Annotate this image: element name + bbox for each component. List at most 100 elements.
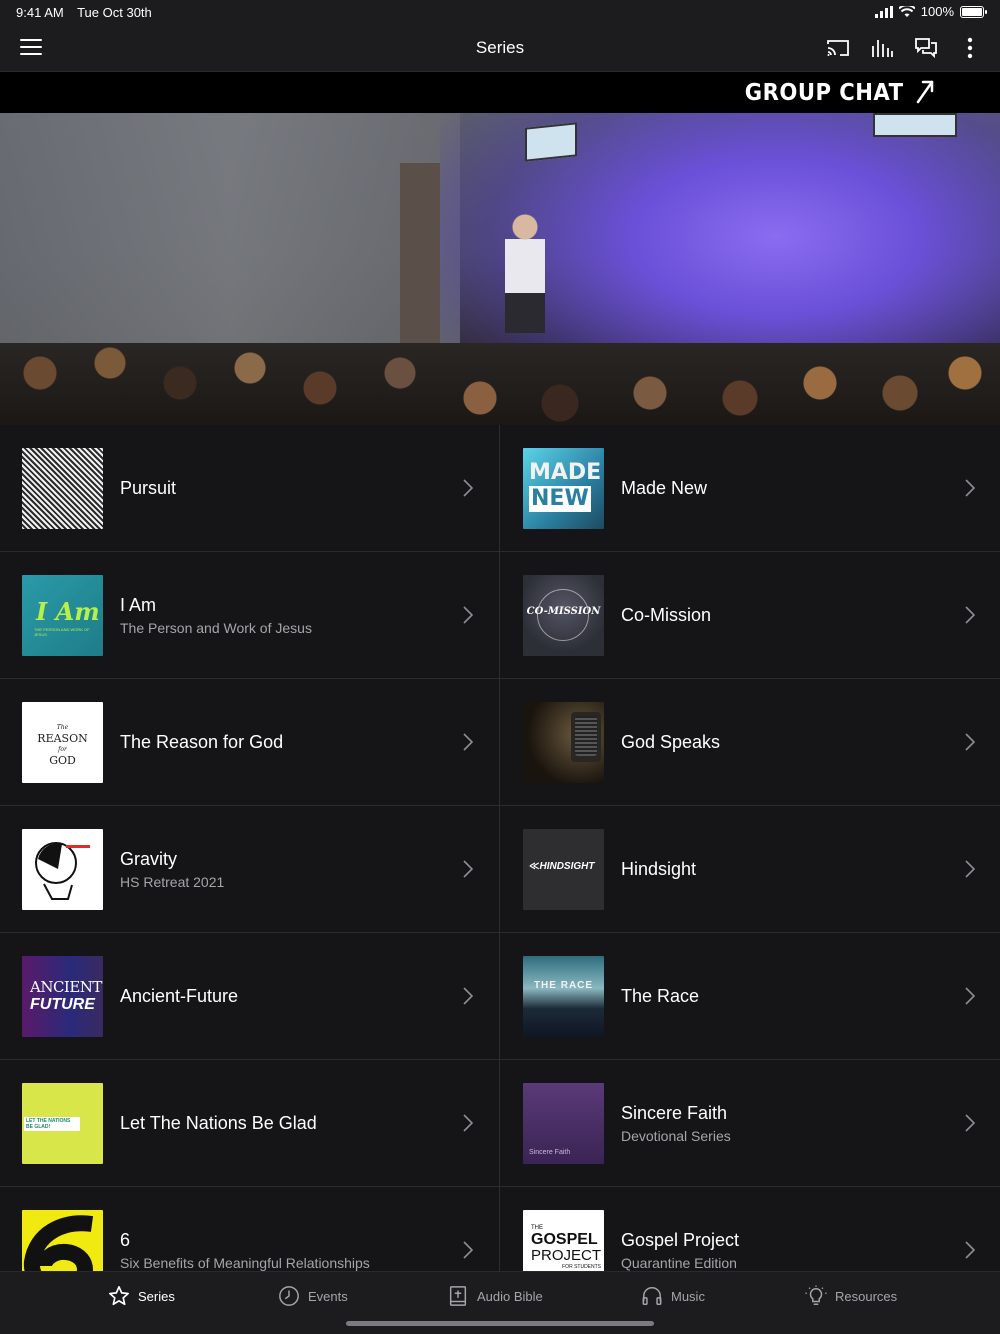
bible-icon: [449, 1286, 467, 1306]
chevron-right-icon: [463, 733, 473, 751]
series-item-six[interactable]: 6 Six Benefits of Meaningful Relationshi…: [0, 1187, 500, 1271]
series-item-gravity[interactable]: Gravity HS Retreat 2021: [0, 806, 500, 933]
series-thumbnail: Sincere Faith: [523, 1083, 604, 1164]
tab-label: Resources: [835, 1288, 898, 1304]
status-bar: 9:41 AM Tue Oct 30th 100%: [0, 0, 1000, 24]
series-item-pursuit[interactable]: Pursuit: [0, 425, 500, 552]
status-time: 9:41 AM: [16, 5, 64, 20]
chevron-right-icon: [463, 860, 473, 878]
series-thumbnail: CO-MISSION: [523, 575, 604, 656]
series-thumbnail: [22, 1210, 103, 1271]
tab-music[interactable]: Music: [641, 1285, 705, 1307]
series-thumbnail: [523, 702, 604, 783]
series-title: Ancient-Future: [120, 986, 239, 1006]
thumb-text: PROJECT: [531, 1247, 602, 1264]
thumb-text: THE RACE: [533, 980, 594, 991]
thumb-text: REASON: [37, 732, 88, 745]
series-title: Gravity: [120, 849, 178, 869]
tab-label: Events: [308, 1288, 348, 1304]
home-indicator[interactable]: [346, 1321, 654, 1326]
audio-bars-icon[interactable]: [870, 36, 894, 60]
group-chat-label: GROUP CHAT: [745, 80, 904, 106]
thumb-text: GOSPEL: [531, 1231, 598, 1248]
series-item-co-mission[interactable]: CO-MISSION Co-Mission: [501, 552, 1000, 679]
chevron-right-icon: [965, 987, 975, 1005]
chevron-right-icon: [965, 606, 975, 624]
series-item-sincere-faith[interactable]: Sincere Faith Sincere Faith Devotional S…: [501, 1060, 1000, 1187]
series-thumbnail: THE GOSPEL PROJECT FOR STUDENTS: [523, 1210, 604, 1271]
chevron-right-icon: [965, 1114, 975, 1132]
series-row: 6 Six Benefits of Meaningful Relationshi…: [0, 1187, 1000, 1271]
tab-events[interactable]: Events: [278, 1285, 348, 1307]
series-thumbnail: THE RACE: [523, 956, 604, 1037]
series-title: The Race: [621, 986, 700, 1006]
series-item-reason-for-god[interactable]: The REASON for GOD The Reason for God: [0, 679, 500, 806]
wifi-icon: [898, 5, 915, 17]
series-item-the-race[interactable]: THE RACE The Race: [501, 933, 1000, 1060]
series-title: I Am: [120, 595, 157, 615]
thumb-text: MADE: [529, 460, 602, 485]
status-date: Tue Oct 30th: [77, 5, 152, 20]
tab-label: Music: [671, 1288, 705, 1304]
series-item-gospel-project[interactable]: THE GOSPEL PROJECT FOR STUDENTS Gospel P…: [501, 1187, 1000, 1271]
tab-label: Audio Bible: [477, 1288, 543, 1304]
series-title: Gospel Project: [621, 1230, 740, 1250]
series-item-let-the-nations-be-glad[interactable]: LET THE NATIONS BE GLAD! Let The Nations…: [0, 1060, 500, 1187]
chat-icon[interactable]: [914, 36, 938, 60]
series-row: LET THE NATIONS BE GLAD! Let The Nations…: [0, 1060, 1000, 1187]
thumb-text: I Am: [36, 597, 100, 626]
arrow-up-right-icon: [916, 80, 934, 104]
thumb-text: GOD: [49, 754, 76, 767]
chevron-right-icon: [463, 987, 473, 1005]
series-item-ancient-future[interactable]: ANCIENT FUTURE Ancient-Future: [0, 933, 500, 1060]
series-row: ANCIENT FUTURE Ancient-Future THE RACE T…: [0, 933, 1000, 1060]
battery-percent: 100%: [920, 4, 954, 19]
headphones-icon: [642, 1287, 662, 1305]
series-thumbnail: [22, 829, 103, 910]
chevron-right-icon: [965, 733, 975, 751]
series-title: Co-Mission: [621, 605, 712, 625]
thumb-text: ANCIENT: [30, 978, 102, 996]
series-row: Gravity HS Retreat 2021 ≪HINDSIGHT Hinds…: [0, 806, 1000, 933]
series-thumbnail: The REASON for GOD: [22, 702, 103, 783]
chevron-right-icon: [463, 1114, 473, 1132]
tab-resources[interactable]: Resources: [805, 1285, 897, 1307]
chevron-right-icon: [463, 479, 473, 497]
thumb-text: ≪HINDSIGHT: [529, 861, 595, 872]
series-title: Let The Nations Be Glad: [120, 1113, 317, 1133]
series-thumbnail: I Am THE PERSON AND WORK OF JESUS: [22, 575, 103, 656]
series-row: I Am THE PERSON AND WORK OF JESUS I Am T…: [0, 552, 1000, 679]
series-title: Pursuit: [120, 478, 177, 498]
chevron-right-icon: [965, 1241, 975, 1259]
series-row: Pursuit MADE NEW Made New: [0, 425, 1000, 552]
nav-bar: Series: [0, 24, 1000, 72]
thumb-text: FUTURE: [30, 996, 95, 1013]
group-chat-banner[interactable]: GROUP CHAT: [0, 72, 1000, 113]
series-list: Pursuit MADE NEW Made New I Am THE PERSO…: [0, 425, 1000, 1271]
series-thumbnail: [22, 448, 103, 529]
thumb-text: CO-MISSION: [526, 606, 601, 617]
cast-icon[interactable]: [826, 36, 850, 60]
series-subtitle: HS Retreat 2021: [120, 874, 225, 890]
tab-label: Series: [138, 1288, 175, 1304]
series-title: God Speaks: [621, 732, 721, 752]
series-item-god-speaks[interactable]: God Speaks: [501, 679, 1000, 806]
tab-series[interactable]: Series: [108, 1285, 175, 1307]
series-item-hindsight[interactable]: ≪HINDSIGHT Hindsight: [501, 806, 1000, 933]
series-item-i-am[interactable]: I Am THE PERSON AND WORK OF JESUS I Am T…: [0, 552, 500, 679]
series-item-made-new[interactable]: MADE NEW Made New: [501, 425, 1000, 552]
series-title: The Reason for God: [120, 732, 284, 752]
star-icon: [109, 1286, 129, 1306]
chevron-right-icon: [463, 606, 473, 624]
series-thumbnail: ≪HINDSIGHT: [523, 829, 604, 910]
series-subtitle: Six Benefits of Meaningful Relationships: [120, 1255, 370, 1271]
more-vertical-icon[interactable]: [958, 36, 982, 60]
series-subtitle: The Person and Work of Jesus: [120, 620, 312, 636]
series-row: The REASON for GOD The Reason for God Go…: [0, 679, 1000, 806]
chevron-right-icon: [965, 479, 975, 497]
thumb-text: THE PERSON AND WORK OF JESUS: [34, 627, 90, 637]
signal-icon: [874, 5, 893, 18]
chevron-right-icon: [965, 860, 975, 878]
tab-audio-bible[interactable]: Audio Bible: [447, 1285, 543, 1307]
thumb-text: Sincere Faith: [529, 1149, 571, 1156]
